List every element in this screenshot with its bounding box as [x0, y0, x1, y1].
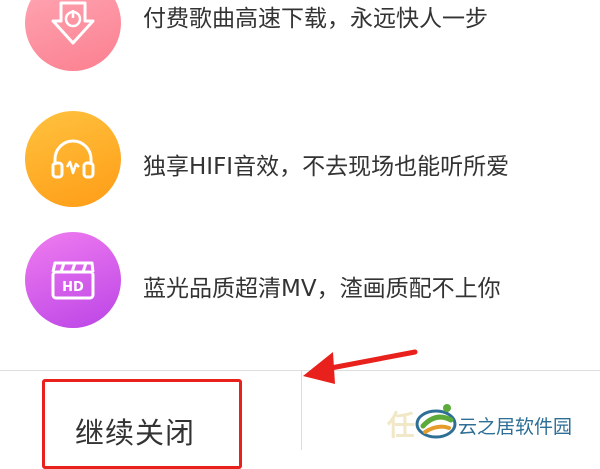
feature-text: 蓝光品质超清MV，渣画质配不上你 [143, 276, 501, 302]
feature-hifi-audio: 独享HIFI音效，不去现场也能听所爱 [0, 111, 600, 221]
annotation-arrow-icon [303, 349, 418, 384]
feature-text: 付费歌曲高速下载，永远快人一步 [143, 6, 488, 32]
feature-text: 独享HIFI音效，不去现场也能听所爱 [143, 154, 510, 180]
continue-close-button[interactable]: 继续关闭 [42, 379, 242, 469]
watermark-text: 云之居软件园 [458, 416, 573, 438]
watermark-ghost-glyph: 任 [387, 409, 416, 442]
svg-text:HD: HD [62, 280, 84, 295]
headphones-icon [25, 111, 121, 207]
feature-fast-download: 付费歌曲高速下载，永远快人一步 [0, 0, 600, 85]
hd-video-icon: HD [25, 232, 121, 328]
feature-hd-mv: HD 蓝光品质超清MV，渣画质配不上你 [0, 230, 600, 340]
download-icon [25, 0, 121, 71]
continue-close-label: 继续关闭 [75, 418, 196, 450]
watermark-logo-icon [415, 404, 457, 439]
